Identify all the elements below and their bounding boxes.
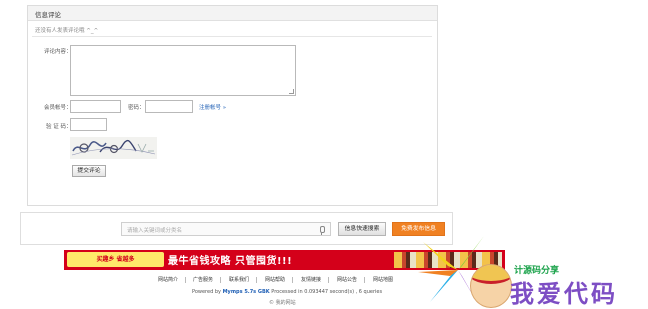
footer-link-about[interactable]: 网站简介 bbox=[158, 276, 178, 283]
footer-link-notice[interactable]: 网站公告 bbox=[337, 276, 357, 283]
comment-panel: 信息评论 还没有人发表评论哦 ^_^ 评论内容： 会员帐号： 密码： 注册帐号 … bbox=[27, 5, 438, 206]
divider bbox=[220, 277, 221, 283]
ad-left-badge: 买趣乡 省越多 bbox=[67, 252, 164, 267]
content-label: 评论内容： bbox=[44, 49, 72, 55]
microphone-icon[interactable] bbox=[320, 226, 325, 235]
footer-links: 网站简介 广告服务 联系我们 网站帮助 友情链接 网站公告 网站地图 bbox=[153, 276, 403, 284]
powered-prefix: Powered by bbox=[192, 289, 223, 295]
divider bbox=[32, 36, 432, 37]
footer-link-contact[interactable]: 联系我们 bbox=[229, 276, 249, 283]
copyright: © 我的网站 bbox=[269, 300, 296, 306]
register-link[interactable]: 注册帐号 » bbox=[199, 103, 226, 111]
footer-link-help[interactable]: 网站帮助 bbox=[265, 276, 285, 283]
ad-headline: 最牛省钱攻略 只管囤货!!! bbox=[168, 256, 293, 267]
footer-link-ads[interactable]: 广告服务 bbox=[193, 276, 213, 283]
search-input[interactable]: 请输入关键词或分类名 bbox=[121, 222, 331, 236]
account-input[interactable] bbox=[70, 100, 121, 113]
account-label: 会员帐号： bbox=[44, 105, 72, 111]
straw-hat-icon bbox=[471, 265, 511, 284]
divider bbox=[292, 277, 293, 283]
divider bbox=[364, 277, 365, 283]
mascot-avatar bbox=[470, 264, 512, 308]
divider bbox=[328, 277, 329, 283]
no-comments-note: 还没有人发表评论哦 ^_^ bbox=[35, 28, 99, 34]
quick-search-button[interactable]: 信息快速搜索 bbox=[338, 222, 386, 236]
divider bbox=[256, 277, 257, 283]
captcha-glyphs-icon bbox=[71, 139, 156, 156]
captcha-image[interactable] bbox=[70, 137, 157, 159]
captcha-input[interactable] bbox=[70, 118, 107, 131]
site-watermark: 计源码分享 我爱代码 bbox=[418, 232, 648, 308]
resize-handle-icon[interactable] bbox=[289, 89, 294, 94]
powered-by-text: Powered by Mymps 5.7s GBK Processed in 0… bbox=[192, 289, 382, 295]
divider bbox=[185, 277, 186, 283]
panel-header: 信息评论 bbox=[28, 6, 437, 21]
submit-comment-button[interactable]: 提交评论 bbox=[72, 165, 106, 177]
panel-title: 信息评论 bbox=[35, 11, 61, 19]
password-label: 密码： bbox=[128, 105, 145, 111]
powered-suffix: Processed in 0.093447 second(s) , 6 quer… bbox=[269, 289, 383, 295]
captcha-label: 验 证 码： bbox=[46, 124, 72, 130]
comment-textarea[interactable] bbox=[70, 45, 296, 96]
powered-brand-link[interactable]: Mymps 5.7s GBK bbox=[223, 289, 270, 295]
watermark-text: 我爱代码 bbox=[510, 280, 618, 308]
footer-link-friends[interactable]: 友情链接 bbox=[301, 276, 321, 283]
search-placeholder: 请输入关键词或分类名 bbox=[127, 228, 183, 234]
footer-link-sitemap[interactable]: 网站地图 bbox=[373, 276, 393, 283]
password-input[interactable] bbox=[145, 100, 193, 113]
search-bar: 请输入关键词或分类名 信息快速搜索 免费发布信息 bbox=[20, 212, 453, 245]
